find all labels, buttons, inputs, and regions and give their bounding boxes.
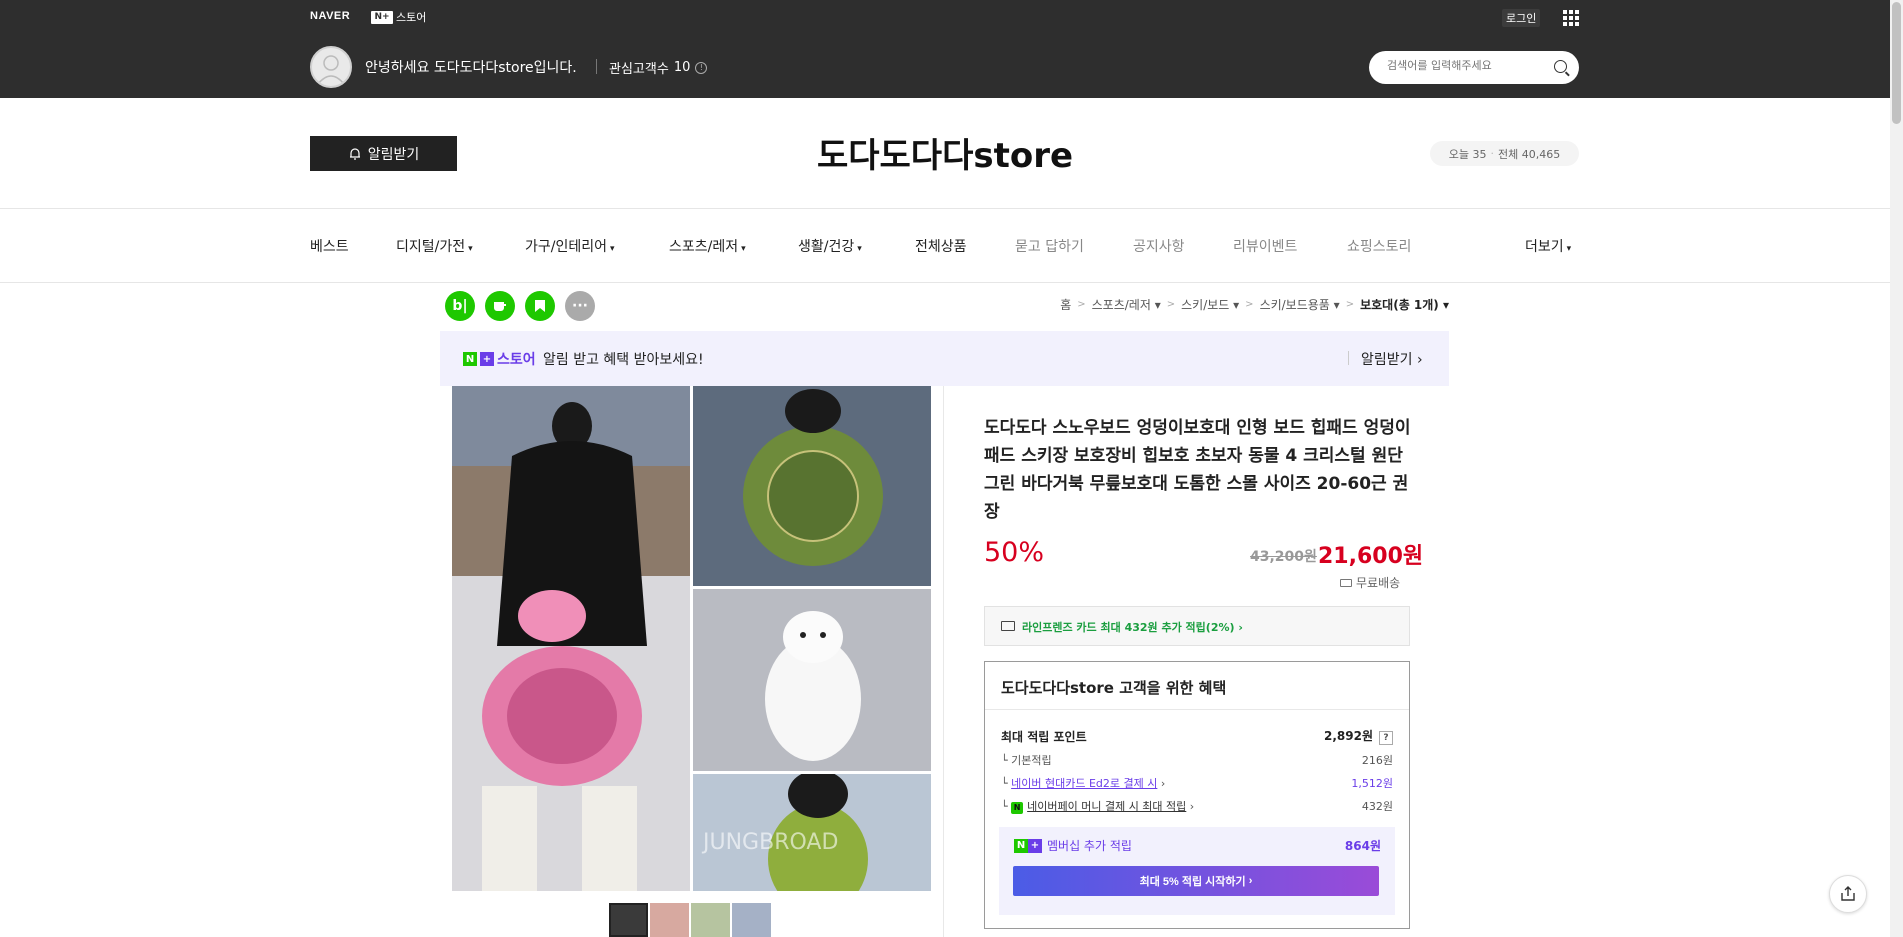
product-title: 도다도다 스노우보드 엉덩이보호대 인형 보드 힙패드 엉덩이 패드 스키장 보… [984, 418, 1411, 522]
breadcrumb-level1[interactable]: 스포츠/레저 ▾ [1092, 296, 1161, 313]
divider [1348, 351, 1349, 365]
interest-label: 관심고객수 [609, 62, 669, 77]
divider [985, 709, 1409, 710]
membership-box: N + 멤버십 추가 적립 864원 최대 5% 적립 시작하기 › [999, 827, 1395, 915]
visits-today: 오늘 35 [1448, 147, 1487, 161]
interest-customers: 관심고객수 10 ! [609, 58, 708, 77]
avocado-photo: JUNGBROAD [693, 774, 931, 891]
turtle-photo [693, 386, 931, 586]
search-input[interactable] [1387, 59, 1547, 72]
top-bar: NAVER N+ 스토어 로그인 안녕하세요 도다도다다store입니다. 관심… [0, 0, 1890, 98]
banner-alarm-link[interactable]: 알림받기 › [1361, 349, 1423, 369]
thumbnail[interactable] [691, 903, 730, 937]
delivery-info: 무료배송 [1340, 574, 1400, 591]
n-icon: N [463, 352, 477, 366]
card-benefit-text: 라인프렌즈 카드 최대 432원 추가 적립(2%) › [1022, 621, 1243, 634]
nav-item-review-event[interactable]: 리뷰이벤트 [1233, 236, 1297, 256]
sale-price: 21,600원 [1318, 544, 1424, 569]
talk-icon[interactable] [485, 291, 515, 321]
nav-item-all-products[interactable]: 전체상품 [915, 236, 967, 256]
bear-photo [693, 589, 931, 771]
benefit-title: 도다도다다store 고객을 위한 혜택 [1001, 679, 1227, 697]
store-avatar[interactable] [310, 46, 352, 88]
chevron-right-icon: › [1416, 352, 1423, 368]
banner-text: 알림 받고 혜택 받아보세요! [543, 352, 704, 368]
breadcrumb: 홈 > 스포츠/레저 ▾ > 스키/보드 ▾ > 스키/보드용품 ▾ > 보호대… [1060, 296, 1449, 313]
nav-item-qna[interactable]: 묻고 답하기 [1015, 236, 1084, 256]
nav-item-shopping-story[interactable]: 쇼핑스토리 [1347, 236, 1411, 256]
main-photo [452, 386, 690, 891]
store-greeting: 안녕하세요 도다도다다store입니다. [365, 60, 577, 76]
scrollbar[interactable] [1890, 0, 1903, 937]
chevron-down-icon: ▾ [857, 244, 862, 254]
credit-card-icon [1001, 621, 1015, 631]
divider [596, 59, 597, 74]
divider [0, 282, 1890, 283]
thumbnail-strip [609, 903, 771, 937]
nav-item-furniture[interactable]: 가구/인테리어 ▾ [525, 236, 615, 256]
original-price: 43,200원 [1250, 549, 1317, 565]
npay-points-row: └ N 네이버페이 머니 결제 시 최대 적립 › 432원 [1001, 800, 1393, 814]
plus-icon: + [480, 352, 494, 366]
breadcrumb-level3[interactable]: 스키/보드용품 ▾ [1260, 296, 1340, 313]
scroll-thumb[interactable] [1892, 2, 1901, 124]
thumbnail[interactable] [650, 903, 689, 937]
bookmark-icon[interactable] [525, 291, 555, 321]
more-icon[interactable]: ··· [565, 291, 595, 321]
divider [0, 208, 1890, 209]
nav-item-living[interactable]: 생활/건강 ▾ [798, 236, 862, 256]
card-points-link[interactable]: 네이버 현대카드 Ed2로 결제 시 [1011, 777, 1157, 790]
product-image[interactable]: JUNGBROAD [452, 386, 931, 891]
membership-start-button[interactable]: 최대 5% 적립 시작하기 › [1013, 866, 1379, 896]
npay-points-link[interactable]: 네이버페이 머니 결제 시 최대 적립 [1027, 800, 1186, 813]
divider [943, 386, 944, 937]
basic-points-row: └ 기본적립 216원 [1001, 754, 1393, 767]
nplus-icon: N+ [371, 10, 393, 24]
truck-icon [1340, 578, 1352, 587]
plus-icon: + [1028, 838, 1042, 853]
search-icon[interactable] [1554, 60, 1567, 73]
chevron-down-icon: ▾ [741, 244, 746, 254]
npay-icon: N [1011, 801, 1024, 814]
breadcrumb-level2[interactable]: 스키/보드 ▾ [1181, 296, 1239, 313]
store-logo-text: 스토어 [396, 11, 427, 24]
membership-row: N + 멤버십 추가 적립 864원 [1014, 837, 1381, 854]
chevron-down-icon: ▾ [1566, 244, 1572, 254]
search-box [1369, 51, 1579, 84]
n-icon: N [1014, 838, 1028, 853]
naver-logo[interactable]: NAVER [310, 10, 350, 22]
thumbnail[interactable] [609, 903, 648, 937]
visits-total: 전체 40,465 [1498, 147, 1561, 161]
image-watermark: JUNGBROAD [701, 830, 838, 855]
interest-count: 10 [673, 60, 691, 75]
share-icon [1841, 886, 1855, 901]
nav-item-sports[interactable]: 스포츠/레저 ▾ [669, 236, 746, 256]
login-button[interactable]: 로그인 [1502, 9, 1541, 27]
max-points-row: 최대 적립 포인트 2,892원? [1001, 727, 1393, 745]
blog-icon[interactable]: b| [445, 291, 475, 321]
thumbnail[interactable] [732, 903, 771, 937]
breadcrumb-home[interactable]: 홈 [1060, 296, 1071, 313]
app-grid-icon[interactable] [1563, 10, 1579, 26]
info-icon[interactable]: ! [695, 61, 708, 74]
chevron-down-icon: ▾ [610, 244, 615, 254]
alarm-banner: N + 스토어 알림 받고 혜택 받아보세요! 알림받기 › [440, 331, 1449, 386]
naver-store-logo[interactable]: N+ 스토어 [371, 9, 426, 25]
visit-counter: 오늘 35 · 전체 40,465 [1430, 141, 1579, 166]
nav-item-notice[interactable]: 공지사항 [1133, 236, 1185, 256]
card-benefit-box[interactable]: 라인프렌즈 카드 최대 432원 추가 적립(2%) › [984, 606, 1410, 646]
nav-item-best[interactable]: 베스트 [310, 236, 349, 256]
nav-item-digital[interactable]: 디지털/가전 ▾ [396, 236, 473, 256]
benefit-box: 도다도다다store 고객을 위한 혜택 최대 적립 포인트 2,892원? └… [984, 661, 1410, 929]
naver-store-badge: N + 스토어 [463, 349, 536, 369]
discount-rate: 50% [984, 537, 1045, 568]
help-icon[interactable]: ? [1379, 731, 1393, 745]
nav-more-button[interactable]: 더보기 ▾ [1525, 236, 1571, 256]
store-title[interactable]: 도다도다다store [0, 128, 1890, 177]
breadcrumb-current[interactable]: 보호대(총 1개) ▾ [1360, 296, 1449, 313]
card-points-row: └ 네이버 현대카드 Ed2로 결제 시 › 1,512원 [1001, 777, 1393, 790]
chevron-down-icon: ▾ [468, 244, 473, 254]
share-button[interactable] [1829, 875, 1867, 913]
